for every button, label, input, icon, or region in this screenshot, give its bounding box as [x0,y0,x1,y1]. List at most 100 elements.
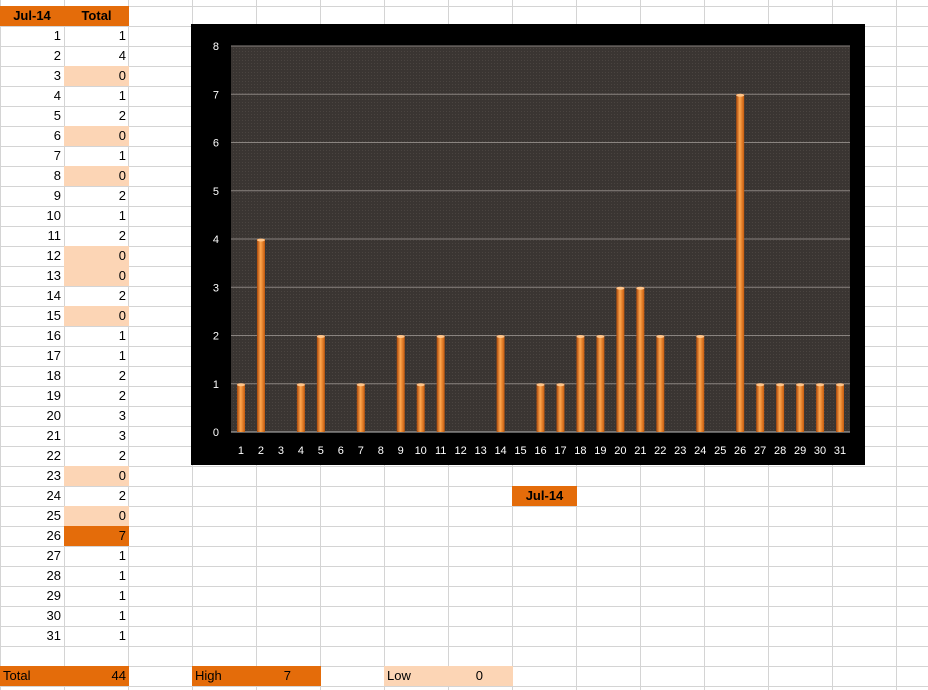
x-tick-label: 8 [378,445,384,457]
day-cell[interactable]: 7 [0,146,64,166]
day-cell[interactable]: 29 [0,586,64,606]
day-cell[interactable]: 28 [0,566,64,586]
total-cell[interactable]: 2 [64,106,129,126]
total-cell[interactable]: 1 [64,586,129,606]
day-cell[interactable]: 14 [0,286,64,306]
y-tick-label: 6 [213,138,219,150]
total-cell[interactable]: 1 [64,26,129,46]
total-cell[interactable]: 2 [64,286,129,306]
total-cell[interactable]: 2 [64,366,129,386]
bar [636,287,645,432]
total-cell[interactable]: 3 [64,406,129,426]
total-cell[interactable]: 1 [64,566,129,586]
day-cell[interactable]: 31 [0,626,64,646]
total-cell[interactable]: 2 [64,226,129,246]
high-label[interactable]: High [192,666,256,686]
x-tick-label: 27 [754,445,766,457]
total-cell[interactable]: 0 [64,246,129,266]
high-value[interactable]: 7 [256,666,321,686]
day-cell[interactable]: 20 [0,406,64,426]
x-tick-label: 11 [435,445,446,457]
day-cell[interactable]: 25 [0,506,64,526]
x-tick-label: 31 [834,445,846,457]
bar [596,335,605,432]
day-cell[interactable]: 26 [0,526,64,546]
total-cell[interactable]: 0 [64,166,129,186]
day-cell[interactable]: 27 [0,546,64,566]
day-cell[interactable]: 16 [0,326,64,346]
total-cell[interactable]: 0 [64,126,129,146]
day-cell[interactable]: 22 [0,446,64,466]
day-cell[interactable]: 8 [0,166,64,186]
total-cell[interactable]: 1 [64,626,129,646]
x-tick-label: 22 [654,445,666,457]
total-cell[interactable]: 1 [64,146,129,166]
bar [556,383,565,432]
total-value[interactable]: 44 [64,666,129,686]
month-label-cell[interactable]: Jul-14 [512,486,577,506]
day-cell[interactable]: 12 [0,246,64,266]
total-cell[interactable]: 1 [64,206,129,226]
day-cell[interactable]: 2 [0,46,64,66]
total-cell[interactable]: 1 [64,326,129,346]
total-cell[interactable]: 0 [64,306,129,326]
day-cell[interactable]: 10 [0,206,64,226]
day-cell[interactable]: 11 [0,226,64,246]
bar-cap [796,383,805,387]
total-label[interactable]: Total [0,666,64,686]
x-tick-label: 12 [455,445,467,457]
day-cell[interactable]: 6 [0,126,64,146]
day-cell[interactable]: 9 [0,186,64,206]
y-tick-label: 3 [213,282,219,294]
x-tick-label: 6 [338,445,344,457]
total-cell[interactable]: 0 [64,266,129,286]
bar [496,335,505,432]
x-tick-label: 24 [694,445,706,457]
x-tick-label: 25 [714,445,726,457]
total-cell[interactable]: 2 [64,446,129,466]
bar-cap [296,383,305,387]
bar-cap [236,383,245,387]
x-tick-label: 20 [614,445,626,457]
day-cell[interactable]: 3 [0,66,64,86]
day-cell[interactable]: 13 [0,266,64,286]
x-tick-label: 29 [794,445,806,457]
bar-cap [536,383,545,387]
total-cell[interactable]: 2 [64,386,129,406]
total-cell[interactable]: 0 [64,66,129,86]
total-cell[interactable]: 3 [64,426,129,446]
bar-cap [576,335,585,338]
total-cell[interactable]: 7 [64,526,129,546]
bar-cap [436,335,445,338]
day-cell[interactable]: 21 [0,426,64,446]
day-cell[interactable]: 30 [0,606,64,626]
total-cell[interactable]: 1 [64,346,129,366]
low-label[interactable]: Low [384,666,448,686]
bar-cap [836,383,845,387]
bar-chart[interactable]: 0 1 2 3 4 5 6 7 8 1 2 3 4 5 6 7 8 9 10 11 12 13 14 15 16 17 18 19 20… [191,24,865,465]
y-tick-label: 4 [213,234,219,246]
x-tick-label: 15 [514,445,526,457]
y-tick-label: 2 [213,331,219,343]
total-cell[interactable]: 1 [64,86,129,106]
day-cell[interactable]: 1 [0,26,64,46]
header-day[interactable]: Jul-14 [0,6,64,26]
total-cell[interactable]: 2 [64,186,129,206]
total-cell[interactable]: 4 [64,46,129,66]
day-cell[interactable]: 23 [0,466,64,486]
day-cell[interactable]: 18 [0,366,64,386]
total-cell[interactable]: 0 [64,466,129,486]
day-cell[interactable]: 15 [0,306,64,326]
bar [396,335,405,432]
day-cell[interactable]: 24 [0,486,64,506]
total-cell[interactable]: 0 [64,506,129,526]
low-value[interactable]: 0 [448,666,513,686]
day-cell[interactable]: 19 [0,386,64,406]
day-cell[interactable]: 5 [0,106,64,126]
day-cell[interactable]: 4 [0,86,64,106]
day-cell[interactable]: 17 [0,346,64,366]
total-cell[interactable]: 2 [64,486,129,506]
total-cell[interactable]: 1 [64,546,129,566]
header-total[interactable]: Total [64,6,129,26]
total-cell[interactable]: 1 [64,606,129,626]
